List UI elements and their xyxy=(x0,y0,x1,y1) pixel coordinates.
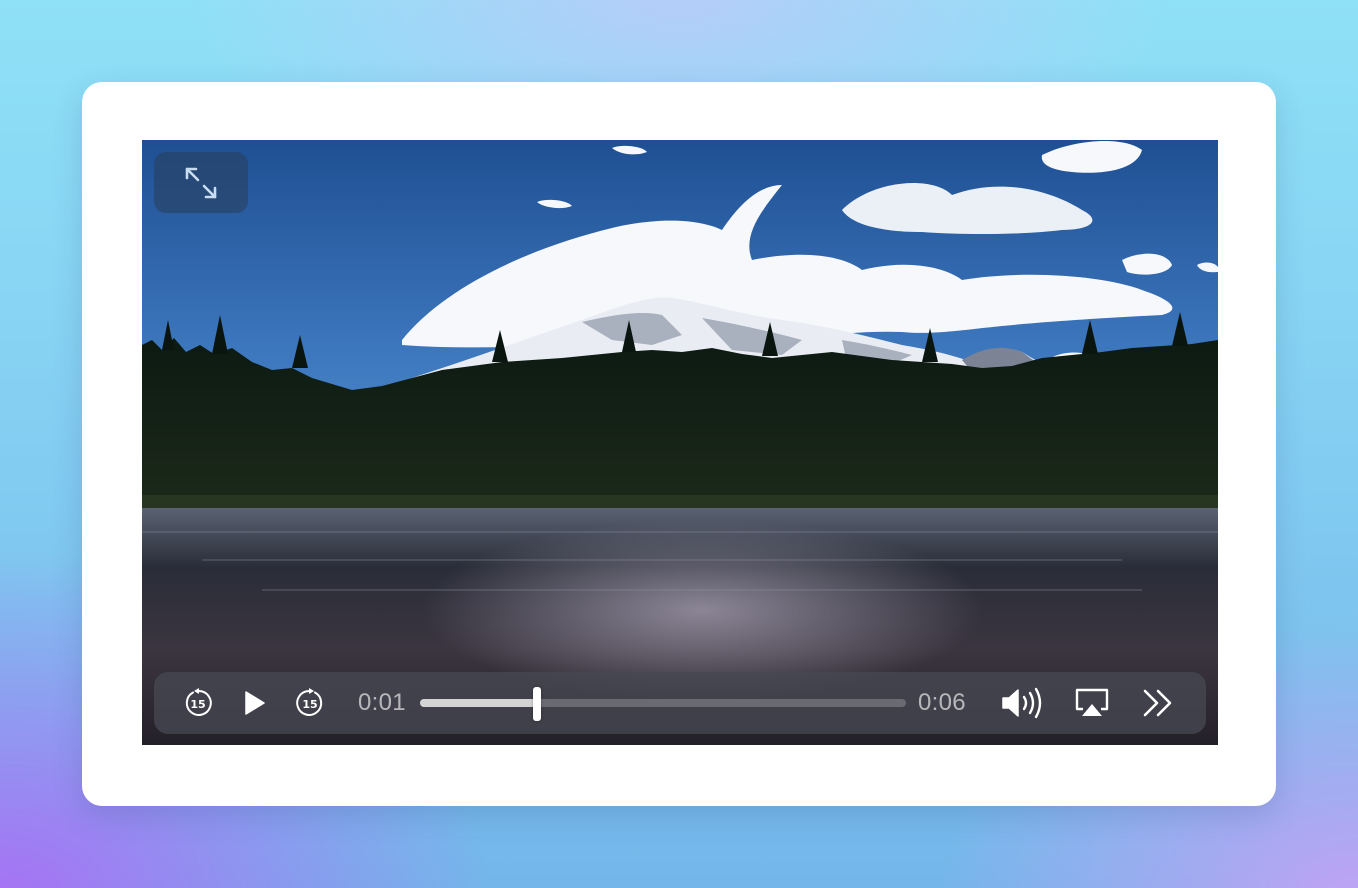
skip-forward-button[interactable]: 15 xyxy=(294,687,326,719)
player-card: 15 15 0:01 0:06 xyxy=(82,82,1276,806)
volume-icon xyxy=(1002,687,1042,719)
more-controls-button[interactable] xyxy=(1138,685,1178,721)
play-button[interactable] xyxy=(238,687,270,719)
fullscreen-expand-icon xyxy=(185,167,217,198)
video-frame[interactable]: 15 15 0:01 0:06 xyxy=(142,140,1218,745)
duration-time: 0:06 xyxy=(918,689,966,716)
double-chevron-right-icon xyxy=(1143,689,1172,717)
current-time: 0:01 xyxy=(358,689,406,716)
skip-back-button[interactable]: 15 xyxy=(182,687,214,719)
airplay-button[interactable] xyxy=(1072,685,1112,721)
skip-back-15-icon: 15 xyxy=(185,688,212,716)
skip-forward-15-icon: 15 xyxy=(296,688,323,716)
progress-fill xyxy=(420,699,537,707)
progress-slider[interactable] xyxy=(420,687,906,721)
playback-controls-bar: 15 15 0:01 0:06 xyxy=(154,672,1206,734)
volume-button[interactable] xyxy=(998,685,1048,721)
video-scene-image xyxy=(142,140,1218,745)
airplay-icon xyxy=(1075,688,1109,716)
skip-forward-seconds-label: 15 xyxy=(302,698,317,711)
play-icon xyxy=(245,691,265,715)
skip-back-seconds-label: 15 xyxy=(190,698,205,711)
fullscreen-button[interactable] xyxy=(154,152,248,213)
progress-thumb[interactable] xyxy=(532,687,541,721)
